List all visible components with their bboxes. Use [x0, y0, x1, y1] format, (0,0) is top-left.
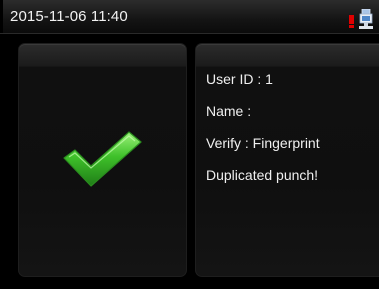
alarm-indicator-icon	[349, 15, 354, 28]
verify-method-label: Verify : Fingerprint	[206, 135, 320, 151]
result-panel	[18, 43, 187, 277]
network-icon	[359, 9, 373, 29]
name-label: Name :	[206, 103, 252, 119]
checkmark-icon	[63, 131, 142, 187]
status-message: Duplicated punch!	[206, 167, 319, 183]
info-panel: User ID : 1 Name : Verify : Fingerprint …	[195, 43, 379, 277]
status-bar-edge	[0, 0, 3, 33]
date-time: 2015-11-06 11:40	[10, 8, 128, 25]
status-icons	[345, 9, 375, 29]
user-id-label: User ID : 1	[206, 71, 273, 87]
status-bar: 2015-11-06 11:40	[0, 0, 379, 34]
info-lines: User ID : 1 Name : Verify : Fingerprint …	[206, 71, 320, 199]
device-screen: 2015-11-06 11:40 User ID: 1 Name: Veri…	[0, 0, 379, 289]
